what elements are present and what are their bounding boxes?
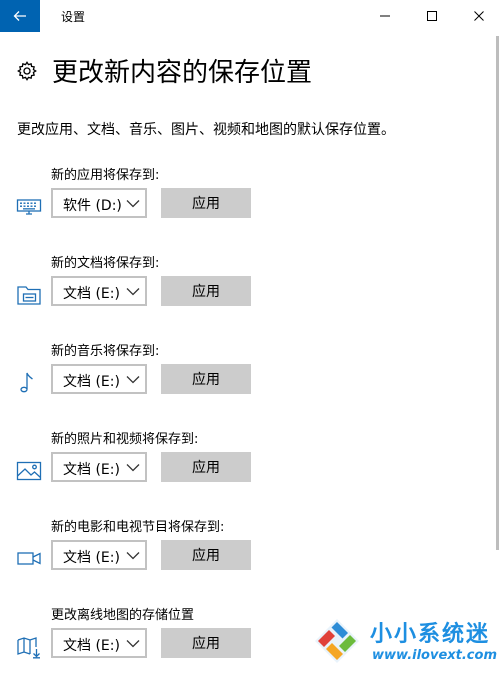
section-music: 新的音乐将保存到: 文档 (E:) 应用	[0, 340, 470, 400]
back-arrow-icon	[13, 11, 26, 21]
dropdown-value: 软件 (D:)	[63, 198, 122, 214]
section-photos-videos: 新的照片和视频将保存到: 文档 (E:) 应用	[0, 428, 470, 488]
title-bar: 设置	[0, 0, 502, 32]
apply-button[interactable]: 应用	[161, 452, 251, 482]
back-button[interactable]	[0, 0, 40, 32]
chevron-down-icon	[126, 376, 140, 384]
minimize-icon	[380, 15, 390, 17]
section-label: 新的文档将保存到:	[51, 256, 160, 271]
gear-icon	[17, 61, 37, 81]
drive-dropdown[interactable]: 文档 (E:)	[51, 452, 147, 482]
section-label: 新的照片和视频将保存到:	[51, 432, 199, 447]
dropdown-value: 文档 (E:)	[63, 550, 120, 566]
section-label: 更改离线地图的存储位置	[51, 608, 195, 623]
minimize-button[interactable]	[362, 0, 408, 32]
apply-button[interactable]: 应用	[161, 628, 251, 658]
section-label: 新的应用将保存到:	[51, 168, 160, 183]
video-camera-icon	[17, 552, 41, 565]
chevron-down-icon	[126, 464, 140, 472]
maximize-button[interactable]	[409, 0, 455, 32]
documents-drive-icon	[17, 286, 41, 305]
apply-button[interactable]: 应用	[161, 540, 251, 570]
section-label: 新的音乐将保存到:	[51, 344, 160, 359]
dropdown-value: 文档 (E:)	[63, 638, 120, 654]
section-documents: 新的文档将保存到: 文档 (E:) 应用	[0, 252, 470, 312]
page-header: 更改新内容的保存位置	[16, 56, 486, 90]
apply-button[interactable]: 应用	[161, 364, 251, 394]
window-title: 设置	[61, 10, 86, 24]
drive-dropdown[interactable]: 文档 (E:)	[51, 276, 147, 306]
section-label: 新的电影和电视节目将保存到:	[51, 520, 225, 535]
chevron-down-icon	[126, 552, 140, 560]
page-title: 更改新内容的保存位置	[52, 58, 313, 88]
apply-button[interactable]: 应用	[161, 188, 251, 218]
chevron-down-icon	[126, 288, 140, 296]
picture-icon	[16, 461, 42, 481]
page-description: 更改应用、文档、音乐、图片、视频和地图的默认保存位置。	[17, 122, 395, 138]
drive-dropdown[interactable]: 文档 (E:)	[51, 540, 147, 570]
music-note-icon	[20, 372, 33, 393]
dropdown-value: 文档 (E:)	[63, 462, 120, 478]
apply-button[interactable]: 应用	[161, 276, 251, 306]
chevron-down-icon	[126, 200, 140, 208]
drive-dropdown[interactable]: 文档 (E:)	[51, 628, 147, 658]
close-icon	[474, 11, 484, 21]
drive-dropdown[interactable]: 文档 (E:)	[51, 364, 147, 394]
scrollbar-thumb[interactable]	[496, 36, 499, 550]
monitor-icon	[16, 199, 42, 215]
map-download-icon	[17, 637, 40, 659]
watermark-url: www.ilovext.com	[372, 648, 497, 663]
watermark-title: 小小系统迷	[370, 622, 491, 647]
maximize-icon	[427, 11, 437, 21]
close-button[interactable]	[456, 0, 502, 32]
windows-logo-icon	[315, 619, 359, 663]
dropdown-value: 文档 (E:)	[63, 286, 120, 302]
watermark: 小小系统迷 www.ilovext.com	[312, 614, 498, 670]
dropdown-value: 文档 (E:)	[63, 374, 120, 390]
chevron-down-icon	[126, 640, 140, 648]
section-apps: 新的应用将保存到: 软件 (D:) 应用	[0, 164, 470, 224]
section-movies-tv: 新的电影和电视节目将保存到: 文档 (E:) 应用	[0, 516, 470, 576]
drive-dropdown[interactable]: 软件 (D:)	[51, 188, 147, 218]
